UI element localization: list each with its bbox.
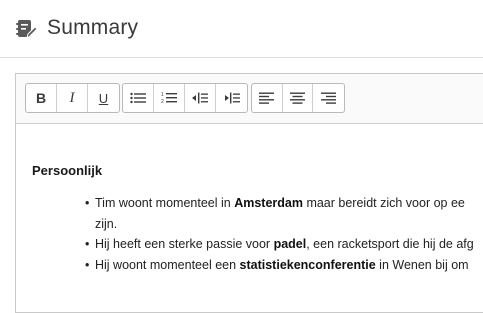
bullet-list-icon	[130, 92, 146, 104]
align-left-icon	[259, 92, 275, 104]
page-title: Summary	[47, 16, 139, 39]
bold-button[interactable]: B	[26, 84, 57, 112]
underline-button[interactable]: U	[88, 84, 119, 112]
editor-toolbar: B I U 1 2	[16, 74, 483, 124]
indent-button[interactable]	[216, 84, 247, 112]
numbered-list-icon: 1 2	[161, 92, 177, 105]
list-item: Hij heeft een sterke passie voor padel, …	[85, 234, 483, 255]
list-group: 1 2	[122, 83, 248, 113]
indent-icon	[224, 92, 240, 104]
rich-text-editor[interactable]: B I U 1 2 Persoonlijk • Tim woont moment…	[15, 73, 483, 313]
bold-icon: B	[35, 90, 47, 106]
svg-text:2: 2	[161, 99, 164, 105]
outdent-button[interactable]	[185, 84, 216, 112]
align-right-button[interactable]	[313, 84, 344, 112]
svg-text:1: 1	[161, 92, 164, 98]
format-group: B I U	[25, 83, 120, 113]
section-heading: Persoonlijk	[32, 163, 103, 178]
notebook-pen-icon	[15, 18, 38, 40]
align-center-icon	[290, 92, 305, 104]
align-center-button[interactable]	[283, 84, 314, 112]
header-divider	[0, 57, 483, 58]
italic-button[interactable]: I	[57, 84, 88, 112]
alignment-group	[251, 83, 345, 113]
bullet-list-button[interactable]	[123, 84, 154, 112]
numbered-list-button[interactable]: 1 2	[154, 84, 185, 112]
list-item: Hij woont momenteel een statistiekenconf…	[85, 255, 483, 276]
outdent-icon	[192, 92, 208, 104]
list-item: Tim woont momenteel in Amsterdam maar be…	[85, 193, 483, 234]
align-right-icon	[321, 92, 337, 104]
italic-icon: I	[69, 89, 75, 106]
underline-icon: U	[98, 90, 109, 106]
summary-header: Summary	[0, 0, 483, 57]
bullet-list: Tim woont momenteel in Amsterdam maar be…	[85, 193, 483, 275]
align-left-button[interactable]	[252, 84, 283, 112]
